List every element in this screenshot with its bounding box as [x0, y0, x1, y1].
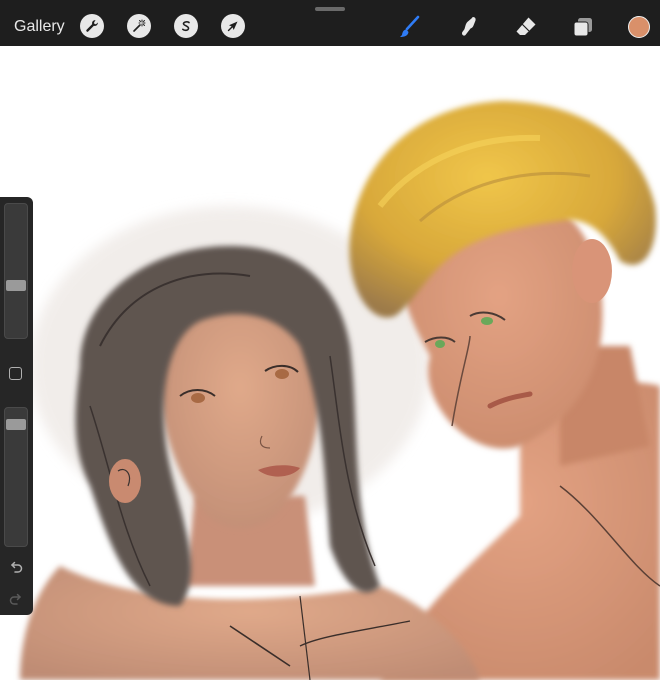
- redo-icon[interactable]: [8, 591, 24, 607]
- gallery-button[interactable]: Gallery: [14, 17, 65, 37]
- magic-wand-icon[interactable]: [127, 14, 151, 38]
- toolbar-grabber[interactable]: [315, 7, 345, 11]
- left-sidebar: [0, 197, 33, 615]
- drawing-canvas[interactable]: [0, 46, 660, 680]
- top-toolbar: Gallery: [0, 0, 660, 46]
- smudge-finger-icon[interactable]: [455, 14, 481, 40]
- opacity-slider[interactable]: [4, 407, 28, 547]
- eraser-icon[interactable]: [513, 14, 539, 40]
- layers-icon[interactable]: [570, 14, 596, 40]
- brush-icon[interactable]: [396, 14, 422, 40]
- color-picker-swatch[interactable]: [628, 16, 650, 38]
- brush-size-slider[interactable]: [4, 203, 28, 339]
- brush-size-thumb[interactable]: [6, 280, 26, 292]
- undo-icon[interactable]: [8, 559, 24, 575]
- wrench-icon[interactable]: [80, 14, 104, 38]
- opacity-thumb[interactable]: [6, 419, 26, 430]
- modify-square-icon[interactable]: [9, 367, 22, 380]
- artwork-illustration: [20, 101, 660, 680]
- arrow-cursor-icon[interactable]: [221, 14, 245, 38]
- selection-s-icon[interactable]: [174, 14, 198, 38]
